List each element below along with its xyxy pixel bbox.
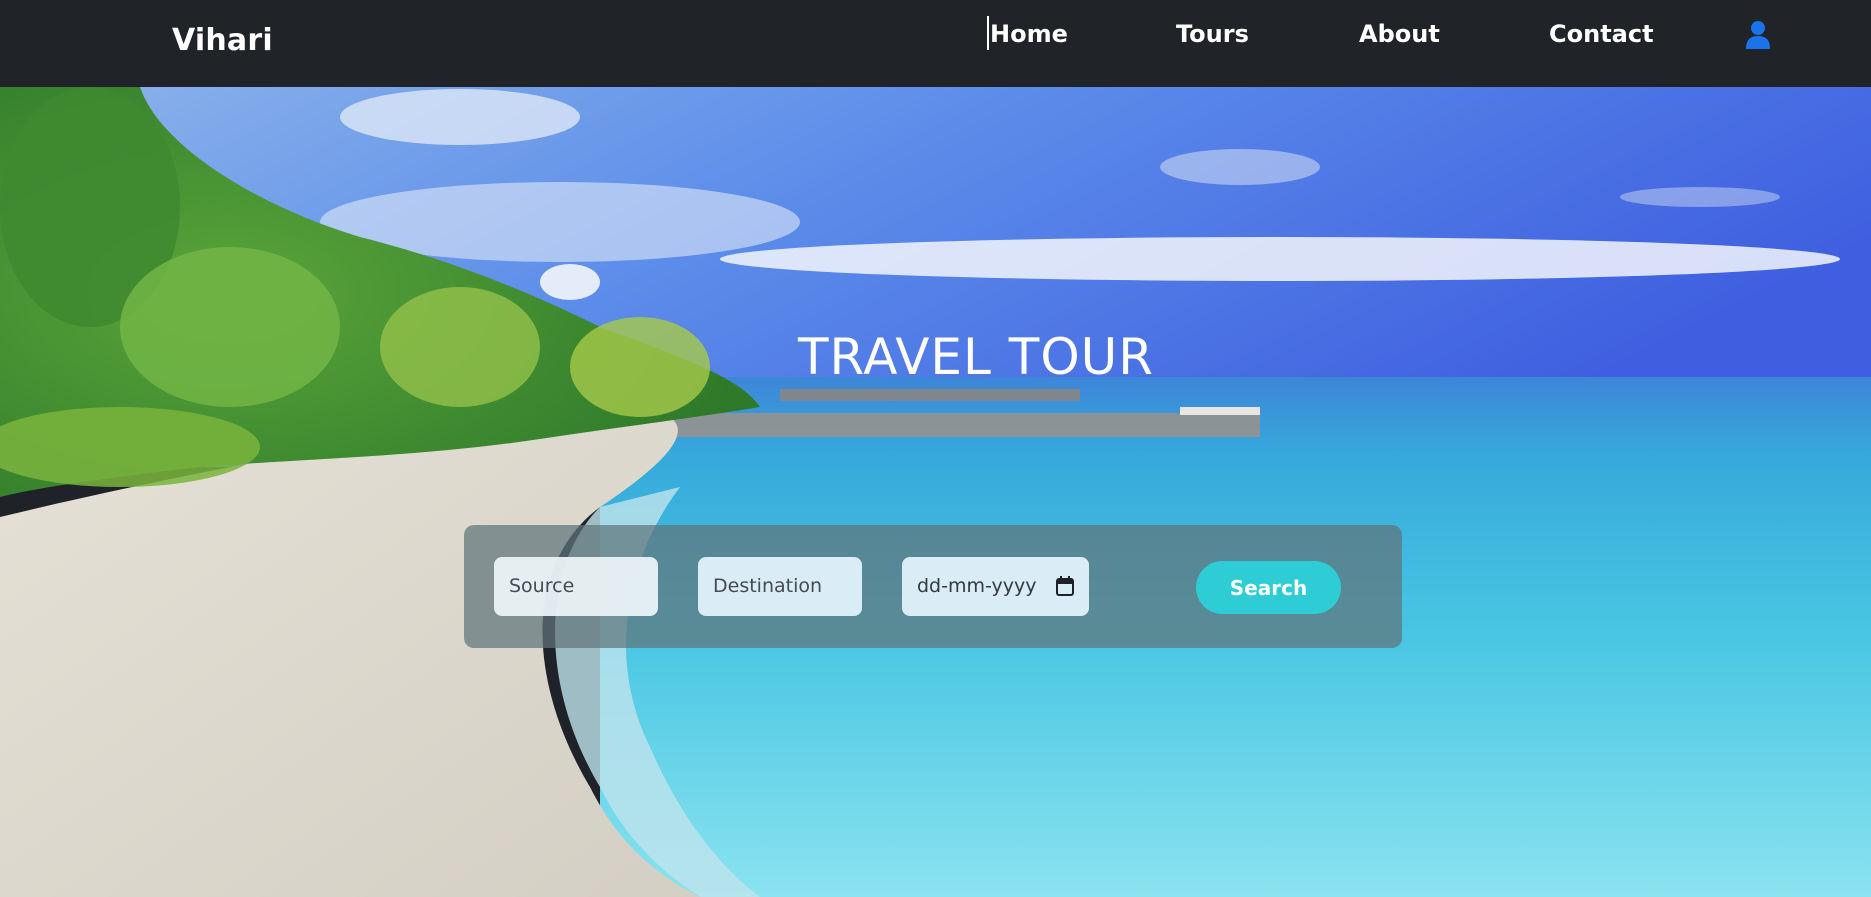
calendar-icon[interactable]	[1056, 576, 1074, 596]
source-input[interactable]	[494, 557, 658, 616]
date-input[interactable]: dd-mm-yyyy	[902, 557, 1089, 616]
nav-link-home-label: Home	[990, 20, 1068, 48]
top-navbar: Vihari Home Tours About Contact	[0, 0, 1871, 87]
destination-input[interactable]	[698, 557, 862, 616]
beach-background-image	[0, 87, 1871, 897]
user-icon[interactable]	[1745, 20, 1771, 50]
search-panel: dd-mm-yyyy Search	[464, 525, 1402, 648]
search-button[interactable]: Search	[1196, 561, 1341, 614]
hero-title: TRAVEL TOUR	[797, 328, 1155, 386]
hero-section: TRAVEL TOUR dd-mm-yyyy Search	[0, 87, 1871, 897]
nav-link-contact[interactable]: Contact	[1549, 16, 1654, 52]
brand-logo[interactable]: Vihari	[172, 21, 273, 61]
date-placeholder: dd-mm-yyyy	[917, 575, 1037, 597]
text-cursor	[987, 16, 989, 50]
nav-link-tours[interactable]: Tours	[1176, 16, 1249, 52]
nav-link-about[interactable]: About	[1359, 16, 1440, 52]
nav-link-home[interactable]: Home	[987, 16, 1068, 52]
